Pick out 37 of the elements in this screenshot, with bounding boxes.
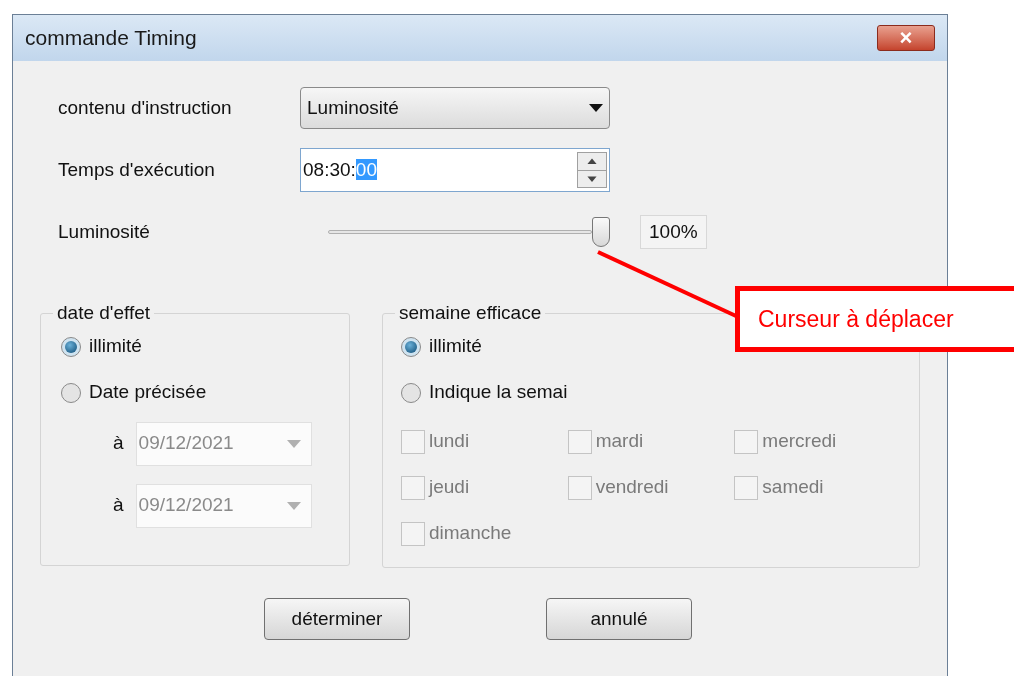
annotation-callout: Curseur à déplacer [735, 286, 1014, 352]
radio-label: Indique la semai [429, 380, 568, 405]
caret-icon [286, 439, 301, 448]
dialog-button[interactable]: déterminer [264, 598, 410, 640]
group-title: semaine efficace [398, 301, 543, 325]
radio-label: Date précisée [89, 380, 207, 405]
checkbox-label: jeudi [429, 475, 470, 500]
checkbox-label: mardi [595, 429, 644, 454]
selected-text: 00 [355, 158, 377, 180]
spin-buttons[interactable] [577, 152, 607, 188]
radio-label: illimité [429, 334, 482, 359]
time-value: 08:30: [303, 158, 356, 180]
brightness-slider[interactable] [328, 217, 610, 247]
date-prefix: à [113, 493, 124, 518]
dialog-button[interactable]: annulé [546, 598, 692, 640]
radio-label: illimité [89, 334, 142, 359]
field-label: Temps d'exécution [58, 157, 216, 182]
radio-button[interactable] [61, 382, 81, 403]
caret-icon [589, 104, 603, 112]
checkbox-label: vendredi [595, 475, 669, 500]
radio-button[interactable] [401, 382, 421, 403]
instruction-dropdown[interactable]: Luminosité [300, 87, 610, 129]
radio-button[interactable] [401, 336, 421, 357]
date-prefix: à [113, 431, 124, 456]
field-label: contenu d'instruction [58, 95, 233, 120]
radio-button[interactable] [61, 336, 81, 357]
checkbox-label: mercredi [762, 429, 837, 454]
checkbox-label: samedi [762, 475, 824, 500]
checkbox-label: dimanche [429, 521, 512, 546]
field-label: Luminosité [58, 219, 151, 244]
caret-icon [286, 501, 301, 510]
slider-thumb[interactable] [592, 217, 610, 247]
slider-reading: 100% [640, 215, 707, 249]
window-title: commande Timing [25, 25, 197, 52]
checkbox-label: lundi [429, 429, 470, 454]
group-title: date d'effet [56, 301, 152, 325]
time-field[interactable]: 08:30:00 [300, 148, 610, 192]
